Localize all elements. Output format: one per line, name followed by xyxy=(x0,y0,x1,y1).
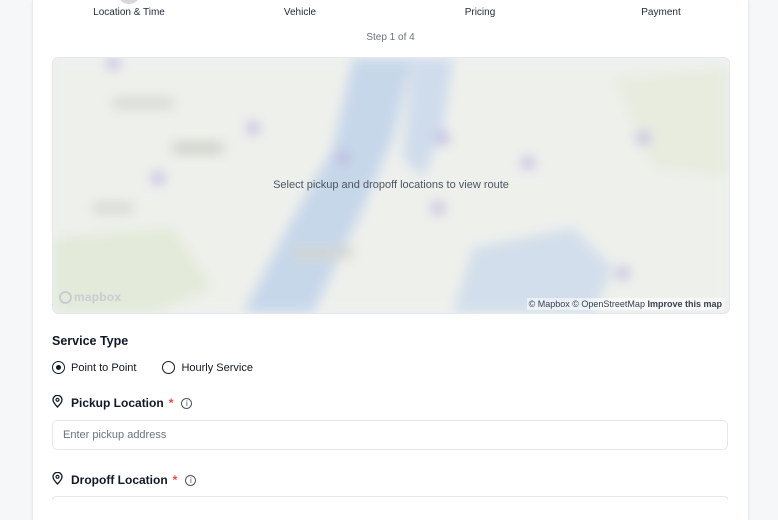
dropoff-location-label: Dropoff Location * i xyxy=(52,471,197,488)
info-circle-icon[interactable]: i xyxy=(181,397,193,409)
dropoff-label-text: Dropoff Location xyxy=(71,473,168,487)
pickup-address-input[interactable] xyxy=(52,420,728,450)
step-location-time[interactable]: Location & Time xyxy=(93,7,165,18)
mapbox-logo[interactable]: mapbox xyxy=(59,290,121,304)
mapbox-logo-text: mapbox xyxy=(74,290,122,304)
map-pin-icon xyxy=(52,471,63,488)
attribution-text[interactable]: © Mapbox © OpenStreetMap xyxy=(529,299,645,309)
service-type-options: Point to Point Hourly Service xyxy=(52,361,253,374)
step-active-circle xyxy=(119,0,139,4)
radio-hourly-service[interactable]: Hourly Service xyxy=(162,361,253,374)
pickup-location-label: Pickup Location * i xyxy=(52,394,193,411)
info-circle-icon[interactable]: i xyxy=(185,474,197,486)
radio-point-to-point-control[interactable] xyxy=(52,361,65,374)
route-map[interactable]: Select pickup and dropoff locations to v… xyxy=(52,57,730,314)
service-type-title: Service Type xyxy=(52,334,129,348)
mapbox-logo-icon xyxy=(59,290,72,304)
step-vehicle[interactable]: Vehicle xyxy=(284,7,316,18)
dropoff-address-input[interactable] xyxy=(52,496,728,500)
map-attribution: © Mapbox © OpenStreetMap Improve this ma… xyxy=(526,298,724,310)
improve-map-link[interactable]: Improve this map xyxy=(647,299,722,309)
dropoff-required-mark: * xyxy=(172,473,178,487)
step-indicator: Location & Time Vehicle Pricing Payment xyxy=(33,0,748,26)
map-empty-message: Select pickup and dropoff locations to v… xyxy=(273,179,509,191)
pickup-label-text: Pickup Location xyxy=(71,396,164,410)
step-pricing[interactable]: Pricing xyxy=(465,7,496,18)
step-counter: Step 1 of 4 xyxy=(366,32,415,43)
step-payment[interactable]: Payment xyxy=(641,7,680,18)
radio-hourly-service-control[interactable] xyxy=(162,361,176,374)
map-pin-icon xyxy=(52,394,63,411)
radio-point-to-point-label[interactable]: Point to Point xyxy=(71,362,136,374)
radio-hourly-service-label[interactable]: Hourly Service xyxy=(181,362,253,374)
booking-form-card: Location & Time Vehicle Pricing Payment … xyxy=(32,0,749,520)
radio-point-to-point[interactable]: Point to Point xyxy=(52,361,136,374)
pickup-required-mark: * xyxy=(168,396,174,410)
